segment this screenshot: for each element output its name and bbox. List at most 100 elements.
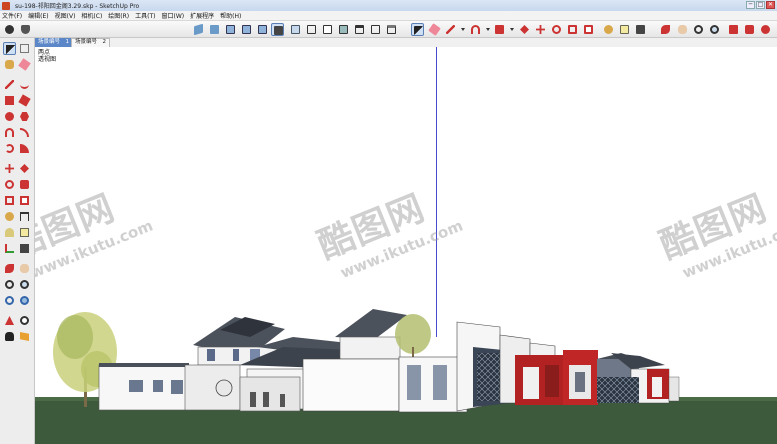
- house-side-button[interactable]: [369, 23, 382, 36]
- house-button[interactable]: [353, 23, 366, 36]
- left-view-button[interactable]: [271, 23, 284, 36]
- extension-warehouse-button[interactable]: [743, 23, 756, 36]
- menu-edit[interactable]: 编辑(E): [25, 11, 51, 20]
- make-component-button[interactable]: [3, 23, 16, 36]
- 3d-text-button[interactable]: [634, 23, 647, 36]
- left-previous-button[interactable]: [18, 294, 31, 307]
- offset-button[interactable]: [582, 23, 595, 36]
- hidden-line-button[interactable]: [321, 23, 334, 36]
- menu-camera[interactable]: 相机(C): [78, 11, 105, 20]
- close-button[interactable]: ✕: [766, 1, 775, 9]
- front-view-button[interactable]: [224, 23, 237, 36]
- menu-draw[interactable]: 绘图(R): [105, 11, 132, 20]
- front-view-icon: [226, 25, 235, 34]
- model-viewport[interactable]: 两点 透视图 酷图网 www.ikutu.com 酷图网 www.ikutu.c…: [35, 47, 777, 444]
- left-scale-button[interactable]: [3, 194, 16, 207]
- left-arc-button[interactable]: [3, 126, 16, 139]
- front-left-wall: [98, 363, 241, 411]
- extension-warehouse-icon: [745, 25, 754, 34]
- text-button[interactable]: [618, 23, 631, 36]
- left-dimension-button[interactable]: [18, 210, 31, 223]
- xray-button[interactable]: [289, 23, 302, 36]
- iso-view-icon: [194, 23, 203, 36]
- left-3dtext-button[interactable]: [18, 242, 31, 255]
- left-rotate-button[interactable]: [3, 178, 16, 191]
- left-position-camera-button[interactable]: [3, 314, 16, 327]
- left-move-button[interactable]: [3, 162, 16, 175]
- rotate-button[interactable]: [550, 23, 563, 36]
- left-3pt-arc-button[interactable]: [3, 142, 16, 155]
- pencil-dropdown[interactable]: [461, 28, 465, 31]
- pencil-button[interactable]: [444, 23, 457, 36]
- maximize-button[interactable]: □: [756, 1, 765, 9]
- menu-help[interactable]: 帮助(H): [217, 11, 244, 20]
- left-rotated-rect-button[interactable]: [18, 94, 31, 107]
- left-tape-button[interactable]: [3, 210, 16, 223]
- arc-dropdown[interactable]: [486, 28, 490, 31]
- left-component-button[interactable]: [18, 42, 31, 55]
- look-around-icon: [20, 316, 29, 325]
- left-paint-button[interactable]: [3, 58, 16, 71]
- arc-button[interactable]: [469, 23, 482, 36]
- left-zoom-button[interactable]: [3, 278, 16, 291]
- tape-measure-button[interactable]: [602, 23, 615, 36]
- left-axes-button[interactable]: [3, 242, 16, 255]
- zoom-button[interactable]: [692, 23, 705, 36]
- left-lookaround-button[interactable]: [18, 314, 31, 327]
- left-circle-button[interactable]: [3, 110, 16, 123]
- zoom-extents-button[interactable]: [708, 23, 721, 36]
- menu-window[interactable]: 窗口(W): [159, 11, 188, 20]
- back-view-button[interactable]: [256, 23, 269, 36]
- left-walk-button[interactable]: [3, 330, 16, 343]
- zoom-extents-icon: [710, 25, 719, 34]
- scene-tab-1[interactable]: 场景编号 1: [35, 38, 72, 47]
- pan-button[interactable]: [676, 23, 689, 36]
- left-orbit-button[interactable]: [3, 262, 16, 275]
- scale-button[interactable]: [566, 23, 579, 36]
- left-offset-button[interactable]: [18, 194, 31, 207]
- push-pull-icon: [520, 25, 529, 34]
- make-component-icon: [5, 25, 14, 34]
- minimize-button[interactable]: ─: [746, 1, 755, 9]
- left-line-button[interactable]: [3, 78, 16, 91]
- left-protractor-button[interactable]: [3, 226, 16, 239]
- left-freehand-button[interactable]: [18, 78, 31, 91]
- left-eraser-button[interactable]: [18, 58, 31, 71]
- left-select-button[interactable]: [3, 42, 16, 55]
- eraser-button[interactable]: [428, 23, 441, 36]
- left-followme-button[interactable]: [18, 178, 31, 191]
- wireframe-button[interactable]: [305, 23, 318, 36]
- move-button[interactable]: [534, 23, 547, 36]
- menu-file[interactable]: 文件(F): [0, 11, 25, 20]
- right-view-button[interactable]: [240, 23, 253, 36]
- top-view-button[interactable]: [208, 23, 221, 36]
- left-pie-button[interactable]: [18, 142, 31, 155]
- left-polygon-button[interactable]: [18, 110, 31, 123]
- select-icon: [6, 45, 15, 54]
- orbit-button[interactable]: [659, 23, 672, 36]
- warehouse-upload-button[interactable]: [727, 23, 740, 36]
- shapes-button[interactable]: [493, 23, 506, 36]
- layout-button[interactable]: [759, 23, 772, 36]
- iso-view-button[interactable]: [192, 23, 205, 36]
- left-2pt-arc-button[interactable]: [18, 126, 31, 139]
- select-button[interactable]: [411, 23, 424, 36]
- paint-bucket-button[interactable]: [19, 23, 32, 36]
- left-rectangle-button[interactable]: [3, 94, 16, 107]
- menu-view[interactable]: 视图(V): [52, 11, 79, 20]
- menu-bar: 文件(F) 编辑(E) 视图(V) 相机(C) 绘图(R) 工具(T) 窗口(W…: [0, 11, 777, 21]
- menu-extensions[interactable]: 扩展程序: [187, 11, 217, 20]
- left-section-button[interactable]: [18, 330, 31, 343]
- shaded-button[interactable]: [337, 23, 350, 36]
- shapes-dropdown[interactable]: [510, 28, 514, 31]
- push-pull-button[interactable]: [518, 23, 531, 36]
- menu-tools[interactable]: 工具(T): [132, 11, 158, 20]
- scene-tab-2[interactable]: 场景编号 2: [71, 38, 110, 47]
- warehouse-button[interactable]: [385, 23, 398, 36]
- left-pushpull-button[interactable]: [18, 162, 31, 175]
- left-pan-button[interactable]: [18, 262, 31, 275]
- left-text-button[interactable]: [18, 226, 31, 239]
- left-zoom-window-button[interactable]: [18, 278, 31, 291]
- left-zoom-extents-button[interactable]: [3, 294, 16, 307]
- text-icon: [20, 228, 29, 237]
